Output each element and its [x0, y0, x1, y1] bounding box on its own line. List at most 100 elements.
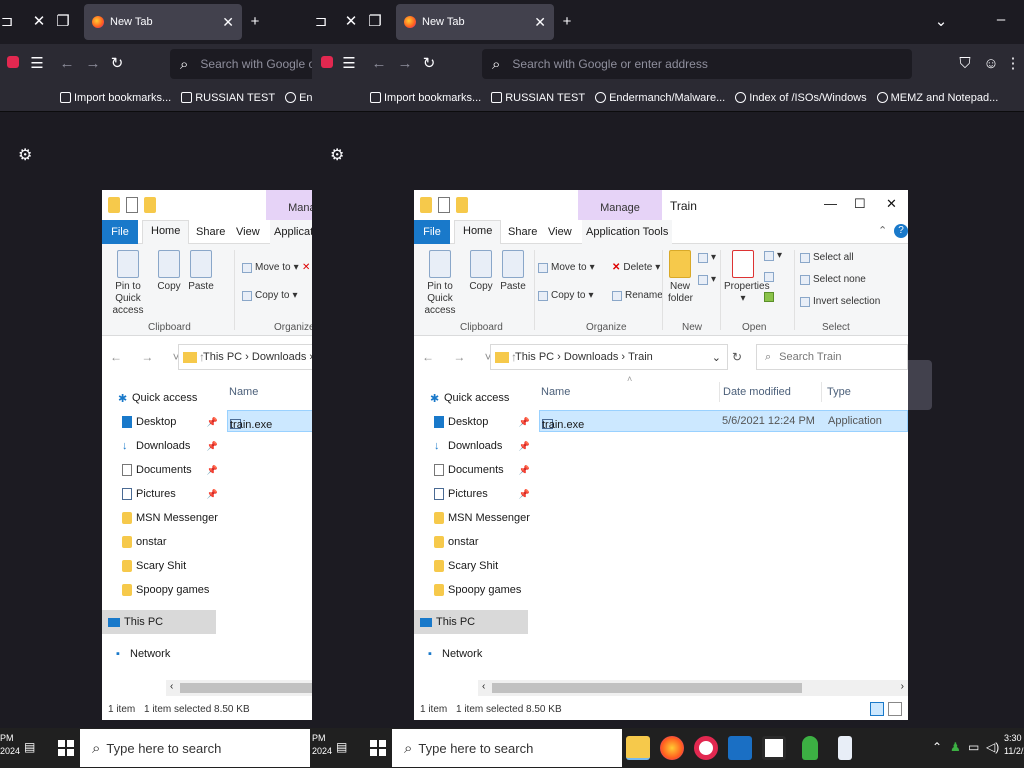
close-icon[interactable]: ✕ [342, 14, 360, 29]
search-input[interactable]: ⌕ Search Train [756, 344, 908, 370]
maximize-button[interactable]: ☐ [854, 196, 866, 212]
pocket-icon[interactable] [4, 56, 22, 71]
nav-folder[interactable]: onstar [414, 530, 534, 554]
url-bar[interactable]: ⌕ Search with Google or enter address [482, 49, 912, 79]
nav-pictures[interactable]: Pictures 📌 [102, 482, 222, 506]
chevron-down-icon[interactable]: ⌄ [932, 14, 950, 29]
clock[interactable]: 3:30 PM11/2/2024 [1004, 732, 1024, 758]
pin-button[interactable]: Pin to Quick access [108, 250, 148, 317]
column-name[interactable]: Name [541, 386, 570, 398]
new-folder-icon[interactable] [144, 197, 156, 213]
nav-downloads[interactable]: ↓ Downloads 📌 [414, 434, 534, 458]
new-item-button[interactable]: ▾ [698, 252, 716, 263]
menu-icon[interactable]: ☰ [340, 56, 358, 71]
properties-icon[interactable] [126, 197, 138, 213]
menu-icon[interactable]: ☰ [28, 56, 46, 71]
copy-to-button[interactable]: Copy to ▾ [242, 290, 298, 301]
close-tab-icon[interactable]: ✕ [534, 14, 546, 31]
media-taskbar-icon[interactable] [728, 736, 752, 760]
tab-new-tab[interactable]: New Tab ✕ [396, 4, 554, 40]
delete-button[interactable]: ✕ Delete ▾ [612, 262, 660, 273]
properties-icon[interactable] [438, 197, 450, 213]
forward-icon[interactable]: → [84, 56, 102, 71]
tab-application-tools[interactable]: Application Tools [582, 220, 673, 244]
taskbar-search[interactable]: ⌕ Type here to search [392, 729, 622, 767]
tab-share[interactable]: Share [508, 226, 537, 238]
manage-tab[interactable]: Manage [266, 190, 312, 220]
bookmark-item[interactable]: MEMZ and Notepad... [876, 92, 998, 104]
copy-button[interactable]: Copy [468, 250, 494, 293]
nav-documents[interactable]: Documents 📌 [414, 458, 534, 482]
horizontal-scrollbar[interactable]: ‹ [166, 680, 312, 696]
tab-view-icon[interactable]: ❐ [366, 14, 384, 29]
address-bar[interactable]: This PC › Downloads › [178, 344, 312, 370]
bookmark-item[interactable]: Index of /ISOs/Windows [735, 92, 867, 104]
horizontal-scrollbar[interactable]: ‹ › [478, 680, 908, 696]
nav-folder[interactable]: Scary Shit [414, 554, 534, 578]
details-view-icon[interactable] [870, 702, 884, 716]
bookmark-item[interactable]: RUSSIAN TEST [181, 92, 275, 104]
new-folder-button[interactable]: New folder [668, 250, 693, 305]
firefox-taskbar-icon[interactable] [660, 736, 684, 760]
nav-network[interactable]: ▪ Network [102, 642, 222, 666]
paste-button[interactable]: Paste [500, 250, 526, 293]
delete-button[interactable]: ✕ [302, 262, 310, 273]
bookmark-item[interactable]: RUSSIAN TEST [491, 92, 585, 104]
shield-icon[interactable]: ⛉ [956, 56, 974, 71]
refresh-icon[interactable]: ↻ [732, 350, 742, 364]
url-bar[interactable]: ⌕ Search with Google or enter address [170, 49, 312, 79]
column-type[interactable]: Type [827, 386, 851, 398]
nav-folder[interactable]: MSN Messenger [414, 506, 534, 530]
copy-to-button[interactable]: Copy to ▾ [538, 290, 594, 301]
nav-folder[interactable]: Spoopy games [102, 578, 222, 602]
document-taskbar-icon[interactable] [838, 736, 852, 760]
minimize-button[interactable]: — [824, 196, 837, 211]
nav-desktop[interactable]: Desktop 📌 [414, 410, 534, 434]
notification-icon[interactable]: ▤ [24, 740, 35, 754]
reload-icon[interactable]: ↻ [108, 56, 126, 71]
history-button[interactable] [764, 292, 774, 302]
edit-button[interactable] [764, 272, 774, 282]
column-name[interactable]: Name [229, 386, 258, 398]
tab-home[interactable]: Home [142, 220, 190, 244]
rename-button[interactable]: Rename [612, 290, 663, 301]
reload-icon[interactable]: ↻ [420, 56, 438, 71]
minimize-icon[interactable]: – [992, 12, 1010, 27]
nav-downloads[interactable]: ↓ Downloads 📌 [102, 434, 222, 458]
properties-button[interactable]: Properties ▾ [724, 250, 770, 305]
close-icon[interactable]: ✕ [30, 14, 48, 29]
pocket-icon[interactable] [318, 56, 336, 71]
nav-pictures[interactable]: Pictures 📌 [414, 482, 534, 506]
copy-button[interactable]: Copy [156, 250, 182, 293]
select-none-button[interactable]: Select none [800, 274, 866, 285]
easy-access-button[interactable]: ▾ [698, 274, 716, 285]
help-icon[interactable]: ? [894, 224, 908, 238]
sidebar-icon[interactable]: ⊐ [0, 14, 16, 29]
file-explorer-taskbar-icon[interactable] [626, 736, 650, 760]
move-to-button[interactable]: Move to ▾ [538, 262, 595, 273]
select-all-button[interactable]: Select all [800, 252, 854, 263]
tab-home[interactable]: Home [454, 220, 502, 244]
large-icons-view-icon[interactable] [888, 702, 902, 716]
invert-selection-button[interactable]: Invert selection [800, 296, 880, 307]
forward-icon[interactable]: → [396, 56, 414, 71]
nav-folder[interactable]: MSN Messenger [102, 506, 222, 530]
nav-folder[interactable]: Scary Shit [102, 554, 222, 578]
nav-quick-access[interactable]: ✱ Quick access [414, 386, 534, 410]
tab-view[interactable]: View [548, 226, 572, 238]
back-icon[interactable]: ← [370, 56, 388, 71]
window-taskbar-icon[interactable] [762, 736, 786, 760]
display-icon[interactable]: ▭ [968, 740, 979, 754]
chevron-up-icon[interactable]: ⌃ [932, 740, 942, 754]
tab-view[interactable]: View [236, 226, 260, 238]
start-button[interactable] [370, 740, 386, 756]
new-tab-icon[interactable]: + [558, 14, 576, 29]
new-tab-icon[interactable]: + [246, 14, 264, 29]
gear-icon[interactable]: ⚙ [330, 145, 344, 165]
address-bar[interactable]: This PC › Downloads › Train ⌄ [490, 344, 728, 370]
tab-file[interactable]: File [102, 220, 138, 244]
record-taskbar-icon[interactable] [694, 736, 718, 760]
bookmark-item[interactable]: Endermanch/Malware... [285, 92, 312, 104]
paste-button[interactable]: Paste [188, 250, 214, 293]
nav-this-pc[interactable]: This PC [414, 610, 528, 634]
